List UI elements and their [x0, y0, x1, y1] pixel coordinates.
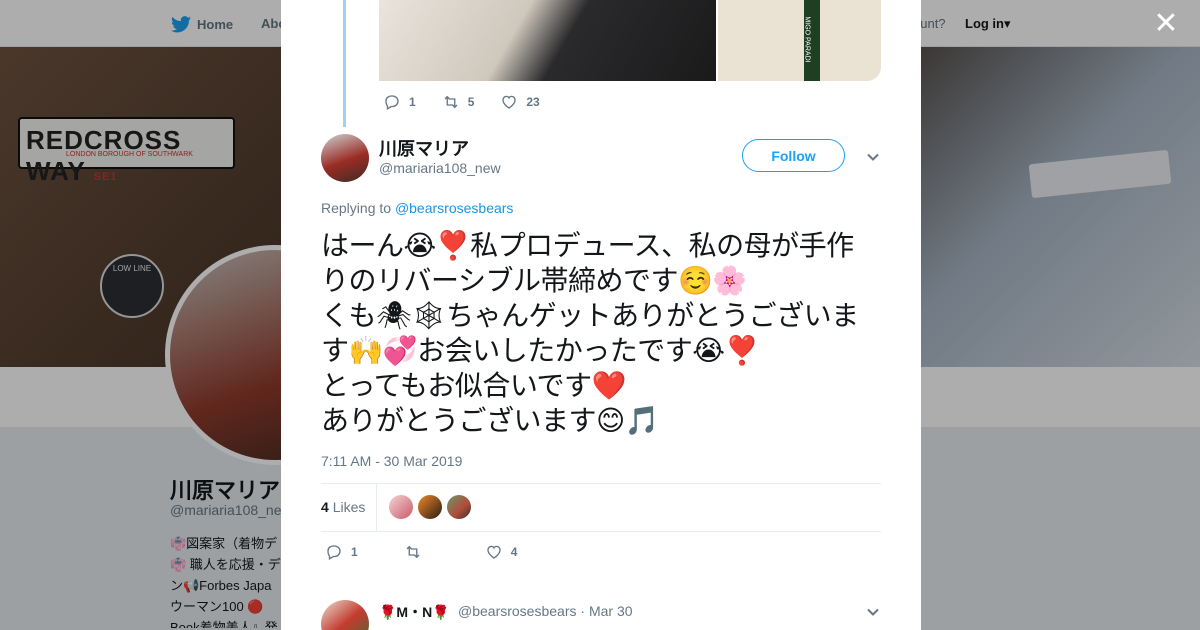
chevron-down-icon [867, 153, 879, 161]
tweet-actions: 1 4 [325, 543, 543, 561]
prev-tweet-actions: 1 5 23 [383, 93, 566, 111]
likes-stat-label: Likes [332, 499, 366, 515]
close-icon[interactable]: ✕ [1152, 9, 1180, 39]
liker-avatar[interactable] [418, 495, 442, 519]
retweet-button[interactable]: 5 [442, 93, 475, 111]
reply-author-handle[interactable]: @bearsrosesbears [458, 603, 577, 619]
reply-author-name[interactable]: 🌹M・N🌹 [379, 602, 450, 622]
follow-button[interactable]: Follow [742, 139, 845, 172]
reply-button[interactable]: 1 [383, 93, 416, 111]
author-avatar[interactable] [321, 134, 369, 182]
chevron-down-icon [867, 608, 879, 616]
reply-options[interactable] [866, 605, 880, 619]
replying-to: Replying to @bearsrosesbears [321, 200, 514, 216]
reply-meta: @bearsrosesbears · Mar 30 [458, 603, 633, 619]
tweet-options[interactable] [866, 150, 880, 164]
tweet-text: はーん😭❣️私プロデュース、私の母が手作りのリバーシブル帯締めです☺️🌸 くも🕷… [321, 229, 859, 437]
likes-stat-count: 4 [321, 499, 329, 515]
like-button[interactable]: 4 [485, 543, 518, 561]
like-count: 4 [510, 545, 518, 559]
heart-icon [487, 545, 501, 559]
likes-stat[interactable]: 4 Likes [321, 499, 365, 515]
like-count: 23 [526, 95, 540, 109]
reply-count: 1 [409, 95, 416, 109]
liker-avatar[interactable] [389, 495, 413, 519]
reply-count: 1 [351, 545, 358, 559]
reply-button[interactable]: 1 [325, 543, 358, 561]
retweet-count: 5 [467, 95, 475, 109]
reply-icon [327, 545, 341, 560]
like-button[interactable]: 23 [500, 93, 540, 111]
tweet-photo-right[interactable]: MIGO PARADI [718, 0, 881, 81]
liker-avatar[interactable] [447, 495, 471, 519]
reply-icon [385, 95, 399, 110]
replying-to-link[interactable]: @bearsrosesbears [395, 200, 514, 216]
retweet-icon [444, 95, 458, 109]
reply-date[interactable]: Mar 30 [589, 603, 633, 619]
author-name[interactable]: 川原マリア [379, 135, 469, 161]
tweet-photo-left[interactable] [379, 0, 716, 81]
reply-author-avatar[interactable] [321, 600, 369, 630]
thread-line [343, 0, 346, 127]
retweet-button[interactable] [404, 543, 430, 561]
tweet-stats: 4 Likes [321, 483, 881, 532]
tweet-modal: MIGO PARADI 1 5 23 川原マリア @mariaria108_ne… [281, 0, 921, 630]
author-handle[interactable]: @mariaria108_new [379, 160, 501, 176]
heart-icon [502, 95, 517, 109]
stats-divider [376, 484, 377, 531]
marker-pen: MIGO PARADI [804, 0, 820, 81]
retweet-icon [406, 545, 420, 559]
tweet-timestamp[interactable]: 7:11 AM - 30 Mar 2019 [321, 453, 462, 469]
